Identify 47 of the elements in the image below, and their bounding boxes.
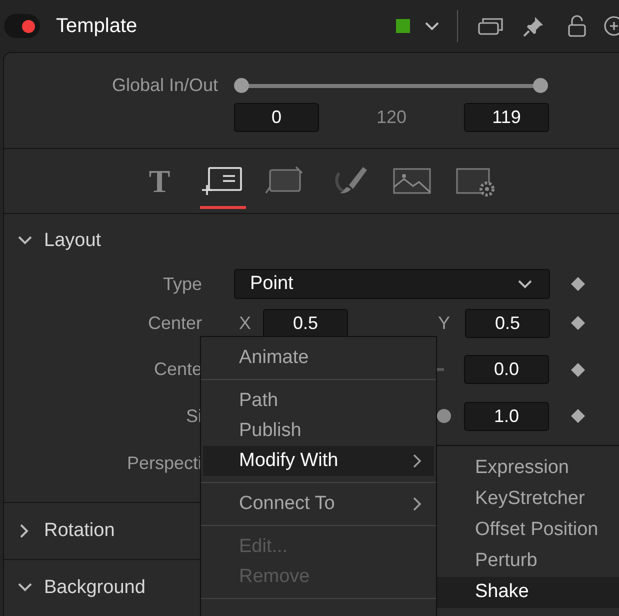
menu-item[interactable]: Animate <box>203 343 434 373</box>
global-in-out-label: Global In/Out <box>110 74 218 96</box>
field-label: Cente <box>154 358 202 382</box>
range-slider[interactable] <box>234 78 548 92</box>
duration-value: 120 <box>375 106 408 129</box>
unlocked-icon[interactable] <box>567 15 587 37</box>
keyframe-diamond-icon[interactable] <box>571 316 585 330</box>
slider-thumb[interactable] <box>437 408 451 423</box>
keyframe-diamond-icon[interactable] <box>571 362 585 377</box>
field-label: Center <box>148 312 202 335</box>
number-field[interactable]: 119 <box>464 103 549 132</box>
pin-icon[interactable] <box>523 15 545 37</box>
menu-item[interactable]: Perturb <box>437 546 619 577</box>
number-field[interactable]: 0.5 <box>465 308 550 338</box>
menu-item[interactable]: Modify With <box>203 446 434 476</box>
axis-label: X <box>239 312 252 335</box>
axis-label: Y <box>438 312 452 335</box>
field-label: Type <box>162 272 202 296</box>
type-dropdown[interactable]: Point <box>234 269 550 300</box>
menu-item[interactable]: Connect To <box>203 489 434 519</box>
menu-item[interactable]: Offset Position <box>437 515 619 546</box>
keyframe-diamond-icon[interactable] <box>571 409 585 424</box>
menu-item[interactable]: Publish <box>203 416 434 446</box>
number-field[interactable]: 1.0 <box>464 402 549 431</box>
slider-handle[interactable] <box>234 78 249 92</box>
slider-handle[interactable] <box>533 78 548 92</box>
menu-item[interactable]: Shake <box>437 577 619 608</box>
node-title: Template <box>56 14 138 39</box>
menu-item[interactable]: Path <box>203 386 434 416</box>
number-field[interactable]: 0.0 <box>464 355 549 384</box>
menu-item[interactable]: Expression <box>437 453 619 484</box>
chevron-right-icon <box>412 454 422 468</box>
number-field[interactable]: 0 <box>234 103 319 132</box>
field-label: Perspecti <box>126 452 202 475</box>
enable-toggle[interactable] <box>4 14 40 38</box>
chevron-right-icon <box>412 497 422 511</box>
tool-tab[interactable]: T <box>128 149 191 213</box>
section-header[interactable]: Background <box>44 574 146 603</box>
menu-item[interactable]: KeyStretcher <box>437 484 619 515</box>
section-header[interactable]: Rotation <box>44 517 115 546</box>
add-text-box-icon <box>200 165 244 197</box>
windows-icon[interactable] <box>478 17 504 35</box>
keyframe-diamond-icon[interactable] <box>571 277 585 292</box>
reset-icon[interactable] <box>601 15 619 37</box>
section-header[interactable]: Layout <box>44 226 102 256</box>
color-swatch[interactable] <box>396 19 410 33</box>
number-field[interactable]: 0.5 <box>263 308 348 338</box>
